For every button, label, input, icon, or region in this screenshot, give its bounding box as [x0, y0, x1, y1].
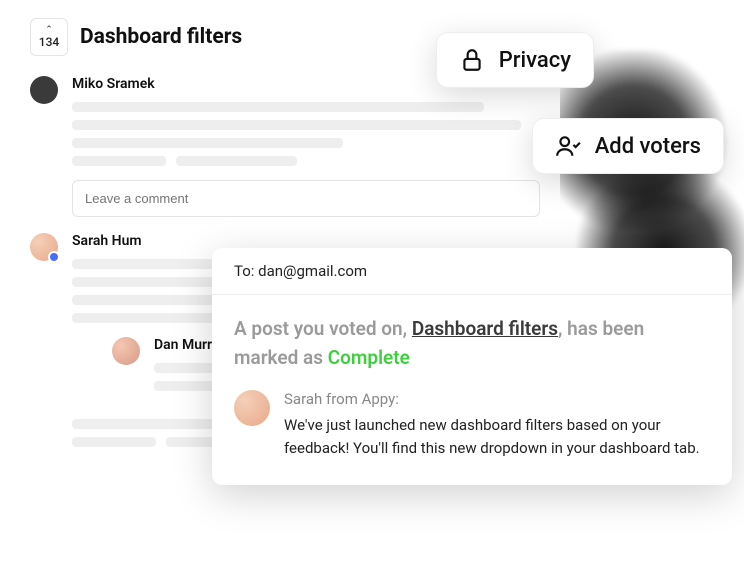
skeleton-line — [72, 156, 166, 166]
add-voters-button[interactable]: Add voters — [532, 118, 724, 174]
email-message: We've just launched new dashboard filter… — [284, 414, 710, 459]
comment-thread: Miko Sramek — [30, 76, 540, 217]
skeleton-line — [176, 156, 298, 166]
comment-input[interactable] — [72, 180, 540, 217]
skeleton-line — [72, 437, 156, 447]
avatar — [234, 390, 270, 426]
vote-count: 134 — [39, 35, 59, 49]
lock-icon — [459, 47, 485, 73]
email-notification-card: To: dan@gmail.com A post you voted on, D… — [212, 248, 732, 485]
email-to-address: dan@gmail.com — [258, 262, 367, 280]
add-voters-label: Add voters — [595, 134, 701, 159]
verified-badge-icon — [48, 251, 60, 263]
skeleton-line — [72, 102, 484, 112]
privacy-label: Privacy — [499, 48, 571, 73]
chevron-up-icon: ⌃ — [45, 26, 53, 35]
post-title: Dashboard filters — [80, 25, 242, 49]
post-link[interactable]: Dashboard filters — [412, 317, 558, 340]
avatar — [112, 337, 140, 365]
vote-button[interactable]: ⌃ 134 — [30, 18, 68, 56]
privacy-button[interactable]: Privacy — [436, 32, 594, 88]
avatar — [30, 76, 58, 104]
skeleton-line — [72, 138, 343, 148]
status-complete: Complete — [328, 346, 410, 369]
user-check-icon — [555, 133, 581, 159]
email-from: Sarah from Appy: — [284, 390, 710, 408]
avatar — [30, 233, 58, 261]
skeleton-line — [72, 259, 231, 269]
email-to-row: To: dan@gmail.com — [212, 248, 732, 295]
skeleton-line — [72, 120, 521, 130]
email-headline: A post you voted on, Dashboard filters, … — [234, 315, 710, 372]
author-name: Sarah Hum — [72, 233, 540, 249]
